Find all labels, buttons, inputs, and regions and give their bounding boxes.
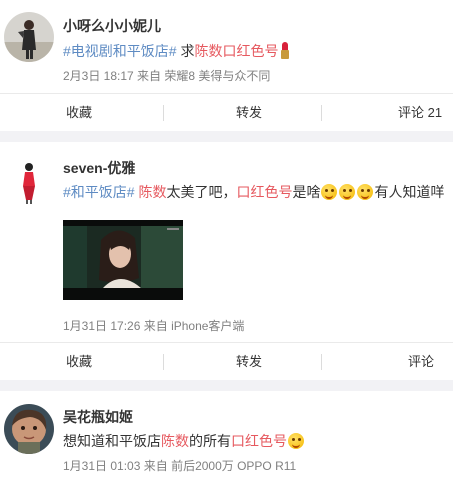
repost-button[interactable]: 转发 [236,343,262,381]
post-meta: 1月31日 17:26 来自 iPhone客户端 [63,317,244,334]
action-bar: 收藏 转发 评论 21 [0,93,453,132]
comment-button[interactable]: 评论 [408,343,434,381]
username[interactable]: 小呀么小小妮儿 [63,16,161,36]
text-segment: 求 [176,43,195,59]
divider [163,105,164,121]
highlight-keyword[interactable]: 陈数口红色号 [194,43,278,59]
avatar[interactable] [4,156,54,206]
post-text: #电视剧和平饭店# 求陈数口红色号 [63,41,290,61]
weibo-post-3: 吴花瓶如姬 想知道和平饭店陈数的所有口红色号 1月31日 01:03 来自 前后… [0,391,453,477]
from-label: 来自 [140,319,172,333]
highlight-keyword[interactable]: 陈数 [138,184,166,200]
post-meta: 1月31日 01:03 来自 前后2000万 OPPO R11 [63,457,296,474]
lipstick-icon [281,42,290,59]
post-text: 想知道和平饭店陈数的所有口红色号 [63,431,305,451]
highlight-keyword[interactable]: 口红色号 [236,184,292,200]
text-segment: 太美了吧， [166,184,237,200]
favorite-button[interactable]: 收藏 [66,343,92,381]
comment-button[interactable]: 评论 21 [398,94,442,132]
highlight-keyword[interactable]: 陈数 [161,433,189,449]
text-segment: 是啥 [292,184,321,200]
post-time[interactable]: 2月3日 18:17 [63,69,134,83]
post-time[interactable]: 1月31日 17:26 [63,319,140,333]
from-label: 来自 [133,69,165,83]
grin-emoji-icon [321,184,338,200]
grin-emoji-icon [288,433,304,449]
text-segment: 的所有 [189,433,231,449]
post-source[interactable]: 荣耀8 美得与众不同 [164,69,270,83]
video-thumbnail[interactable] [63,220,183,300]
grin-emoji-icon [357,184,374,200]
from-label: 来自 [140,459,172,473]
post-time[interactable]: 1月31日 01:03 [63,459,140,473]
text-segment: 有人知道咩 [374,184,445,200]
divider [163,354,164,370]
post-text: #和平饭店# 陈数太美了吧，口红色号是啥 有人知道咩 [63,182,444,202]
weibo-post-1: 小呀么小小妮儿 #电视剧和平饭店# 求陈数口红色号 2月3日 18:17 来自 … [0,0,453,131]
repost-button[interactable]: 转发 [236,94,262,132]
post-meta: 2月3日 18:17 来自 荣耀8 美得与众不同 [63,67,270,84]
avatar[interactable] [4,12,54,62]
avatar[interactable] [4,404,54,454]
favorite-button[interactable]: 收藏 [66,94,92,132]
post-source[interactable]: iPhone客户端 [171,319,244,333]
username[interactable]: seven-优雅 [63,158,135,178]
action-bar: 收藏 转发 评论 [0,342,453,381]
divider [321,105,322,121]
topic-link[interactable]: #电视剧和平饭店# [63,43,177,59]
username[interactable]: 吴花瓶如姬 [63,407,133,427]
text-segment: 想知道和平饭店 [63,433,161,449]
weibo-post-2: seven-优雅 #和平饭店# 陈数太美了吧，口红色号是啥 有人知道咩 1月31日… [0,142,453,380]
divider [321,354,322,370]
post-source[interactable]: 前后2000万 OPPO R11 [171,459,296,473]
highlight-keyword[interactable]: 口红色号 [231,433,287,449]
grin-emoji-icon [339,184,356,200]
topic-link[interactable]: #和平饭店# [63,184,135,200]
